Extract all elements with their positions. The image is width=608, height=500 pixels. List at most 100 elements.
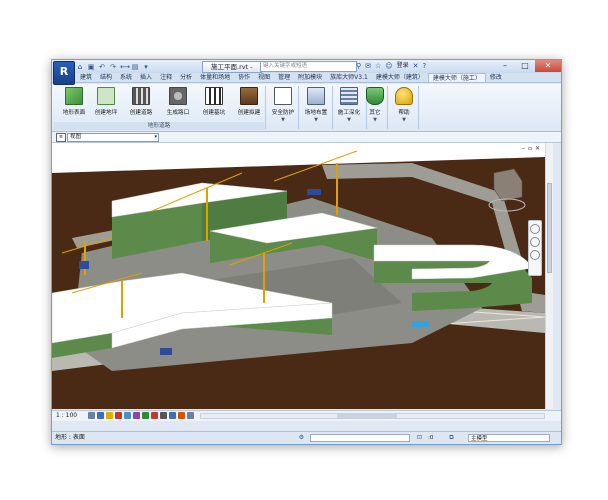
properties-icon[interactable]: ≡ bbox=[56, 133, 66, 142]
tab-4[interactable]: 注释 bbox=[156, 73, 176, 82]
tab-3[interactable]: 插入 bbox=[136, 73, 156, 82]
tab-6[interactable]: 体量和场地 bbox=[196, 73, 234, 82]
detail-level-icon[interactable] bbox=[88, 412, 95, 419]
tab-12[interactable]: 建模大师（建筑） bbox=[372, 73, 428, 82]
infocenter: ⚲ ✉ ☆ ☺ 登录 ✕ ? bbox=[356, 61, 426, 71]
create-proposed-button[interactable]: 创建拟建 bbox=[231, 87, 267, 116]
other-shield-icon bbox=[366, 87, 384, 105]
view-minimize-icon[interactable]: – bbox=[522, 145, 525, 152]
button-label: 创建地坪 bbox=[94, 110, 118, 116]
view-scale[interactable]: 1 : 100 bbox=[56, 411, 77, 421]
workset-combo[interactable] bbox=[310, 434, 410, 442]
user-icon[interactable]: ☺ bbox=[385, 61, 392, 71]
redo-icon[interactable]: ↷ bbox=[109, 63, 117, 71]
crop-icon[interactable] bbox=[133, 412, 140, 419]
analytical-model-icon[interactable] bbox=[169, 412, 176, 419]
subscription-icon[interactable]: ✉ bbox=[365, 61, 371, 71]
3d-viewport[interactable] bbox=[52, 143, 545, 409]
tab-7[interactable]: 协作 bbox=[234, 73, 254, 82]
site-gate[interactable] bbox=[412, 321, 430, 327]
view-control-icons bbox=[88, 412, 194, 419]
horizontal-scrollbar[interactable] bbox=[200, 413, 545, 419]
dropdown-arrow-icon[interactable]: ▼ bbox=[386, 117, 422, 123]
site-hut[interactable] bbox=[79, 261, 89, 269]
sun-path-icon[interactable] bbox=[106, 412, 113, 419]
design-option-combo[interactable]: 主模型 bbox=[468, 434, 550, 442]
revit-window: R ⌂ ▣ ↶ ↷ ⟷ ▤ ▾ 施工平面.rvt - 键入关键字或短语 ⚲ ✉ … bbox=[51, 59, 562, 445]
safety-protection-button[interactable]: 安全防护 ▼ bbox=[265, 87, 301, 123]
type-selector[interactable]: 视图 ▾ bbox=[67, 133, 159, 142]
quick-access-toolbar: ⌂ ▣ ↶ ↷ ⟷ ▤ ▾ bbox=[76, 62, 150, 71]
filter-count: :0 bbox=[428, 435, 434, 441]
exchange-icon[interactable]: ✕ bbox=[413, 61, 419, 71]
editable-icon[interactable]: ⊡ bbox=[416, 434, 423, 441]
steering-wheel-icon[interactable] bbox=[530, 224, 540, 234]
search-input[interactable]: 键入关键字或短语 bbox=[260, 61, 357, 72]
shadows-icon[interactable] bbox=[115, 412, 122, 419]
render-icon[interactable] bbox=[124, 412, 131, 419]
view-close-icon[interactable]: ✕ bbox=[535, 145, 540, 152]
tab-10[interactable]: 附加模块 bbox=[294, 73, 326, 82]
scroll-thumb[interactable] bbox=[337, 414, 397, 418]
login-link[interactable]: 登录 bbox=[397, 61, 409, 71]
type-selector-bar: ≡ 视图 ▾ bbox=[52, 132, 561, 143]
undo-icon[interactable]: ↶ bbox=[98, 63, 106, 71]
tab-13[interactable]: 建模大师（施工） bbox=[427, 73, 486, 82]
create-junction-button[interactable]: 生成路口 bbox=[160, 87, 196, 116]
terrain-surface-button[interactable]: 地形表面 bbox=[56, 87, 92, 116]
tab-8[interactable]: 视图 bbox=[254, 73, 274, 82]
temporary-view-icon[interactable] bbox=[187, 412, 194, 419]
measure-icon[interactable]: ⟷ bbox=[120, 63, 130, 71]
highlight-displacement-icon[interactable] bbox=[178, 412, 185, 419]
create-pit-button[interactable]: 创建基坑 bbox=[196, 87, 232, 116]
create-junction-icon bbox=[169, 87, 187, 105]
worksets-icon[interactable]: ⚙ bbox=[298, 434, 305, 441]
lock-view-icon[interactable] bbox=[142, 412, 149, 419]
visual-style-icon[interactable] bbox=[97, 412, 104, 419]
save-icon[interactable]: ▣ bbox=[87, 63, 95, 71]
site-model-render[interactable] bbox=[52, 143, 545, 409]
zoom-icon[interactable] bbox=[530, 237, 540, 247]
maximize-icon[interactable]: □ bbox=[515, 60, 535, 72]
vertical-scrollbar[interactable] bbox=[545, 143, 553, 409]
qat-more-icon[interactable]: ▾ bbox=[142, 63, 150, 71]
ribbon: 地形表面 创建地坪 创建道路 生成路口 创建基坑 创建拟建 安全防护 ▼ 场地布… bbox=[52, 84, 561, 132]
help-button[interactable]: ? bbox=[423, 61, 427, 71]
button-label: 帮助 bbox=[398, 110, 410, 116]
application-menu-button[interactable]: R bbox=[53, 61, 75, 85]
print-icon[interactable]: ▤ bbox=[131, 63, 139, 71]
site-gate[interactable] bbox=[307, 189, 321, 195]
pan-icon[interactable] bbox=[530, 250, 540, 260]
tab-14[interactable]: 修改 bbox=[486, 73, 506, 82]
tab-2[interactable]: 系统 bbox=[116, 73, 136, 82]
help-key-icon bbox=[395, 87, 413, 105]
tab-11[interactable]: 族库大师V3.1 bbox=[326, 73, 372, 82]
scroll-thumb[interactable] bbox=[547, 183, 552, 273]
minimize-icon[interactable]: – bbox=[495, 60, 515, 72]
tab-9[interactable]: 管理 bbox=[274, 73, 294, 82]
site-gate[interactable] bbox=[160, 348, 172, 355]
star-icon[interactable]: ☆ bbox=[375, 61, 381, 71]
binoculars-icon[interactable]: ⚲ bbox=[356, 61, 361, 71]
create-floor-button[interactable]: 创建地坪 bbox=[88, 87, 124, 116]
close-icon[interactable]: ✕ bbox=[535, 60, 561, 72]
tab-0[interactable]: 建筑 bbox=[76, 73, 96, 82]
window-controls: – □ ✕ bbox=[495, 60, 561, 72]
button-label: 创建道路 bbox=[129, 110, 153, 116]
status-text: 地形 : 表面 bbox=[55, 434, 85, 441]
open-icon[interactable]: ⌂ bbox=[76, 63, 84, 71]
tab-5[interactable]: 分析 bbox=[176, 73, 196, 82]
design-options-icon[interactable]: ⧉ bbox=[448, 434, 455, 441]
tab-1[interactable]: 结构 bbox=[96, 73, 116, 82]
construction-detail-icon bbox=[340, 87, 358, 105]
create-road-button[interactable]: 创建道路 bbox=[123, 87, 159, 116]
site-layout-button[interactable]: 场地布置 ▼ bbox=[298, 87, 334, 123]
dropdown-arrow-icon[interactable]: ▼ bbox=[298, 117, 334, 123]
reveal-hidden-icon[interactable] bbox=[160, 412, 167, 419]
button-label: 地形表面 bbox=[62, 110, 86, 116]
dropdown-arrow-icon[interactable]: ▼ bbox=[265, 117, 301, 123]
hide-isolate-icon[interactable] bbox=[151, 412, 158, 419]
view-restore-icon[interactable]: ▫ bbox=[528, 145, 532, 152]
button-label: 安全防护 bbox=[271, 110, 295, 116]
help-ribbon-button[interactable]: 帮助 ▼ bbox=[386, 87, 422, 123]
